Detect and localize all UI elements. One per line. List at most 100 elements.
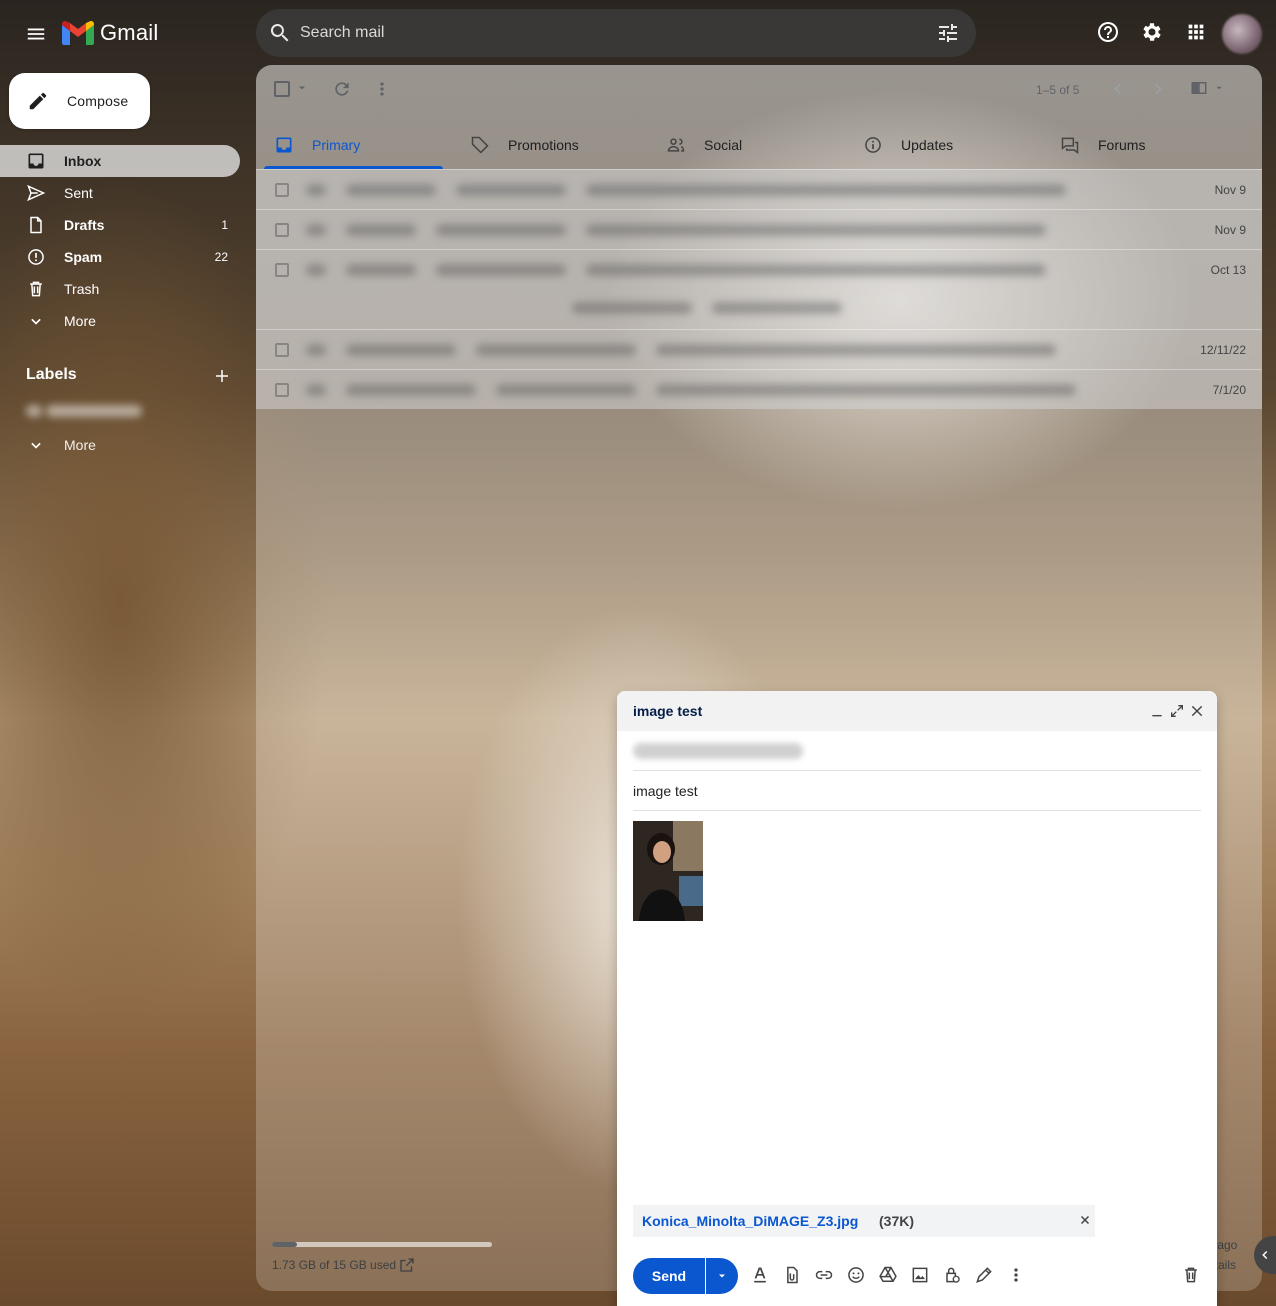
row-checkbox[interactable] — [275, 223, 289, 237]
sidebar-item-label: Inbox — [64, 153, 102, 169]
tab-label: Updates — [901, 137, 954, 153]
more-options-icon[interactable] — [1006, 1265, 1026, 1285]
redacted-content — [306, 340, 1056, 360]
labels-more[interactable]: More — [0, 429, 256, 461]
help-icon — [1098, 22, 1118, 42]
search-bar[interactable] — [256, 9, 976, 57]
signature-icon[interactable] — [974, 1265, 994, 1285]
text-format-icon[interactable] — [750, 1265, 770, 1285]
message-date: Nov 9 — [1214, 223, 1246, 237]
sidebar-item-label: Trash — [64, 281, 100, 297]
attachment-name[interactable]: Konica_Minolta_DiMAGE_Z3.jpg — [642, 1213, 858, 1229]
caret-down-icon[interactable] — [296, 82, 308, 94]
split-pane-icon — [1191, 82, 1207, 94]
tab-label: Promotions — [508, 137, 579, 153]
remove-attachment-icon[interactable] — [1079, 1214, 1091, 1226]
split-pane-toggle[interactable] — [1190, 79, 1224, 97]
send-button[interactable]: Send — [633, 1258, 705, 1294]
chevron-right-icon[interactable] — [1148, 79, 1168, 99]
message-date: Nov 9 — [1214, 183, 1246, 197]
top-bar: Gmail — [0, 0, 1276, 66]
table-row[interactable]: Oct 13 — [256, 249, 1262, 329]
apps-button[interactable] — [1176, 12, 1216, 52]
subject-field[interactable]: image test — [633, 771, 1201, 811]
inbox-icon — [28, 153, 44, 169]
sidebar-item-sent[interactable]: Sent — [0, 177, 256, 209]
sidebar-item-inbox[interactable]: Inbox — [0, 145, 240, 177]
spam-count: 22 — [214, 250, 228, 264]
more-vert-icon[interactable] — [372, 79, 392, 99]
sidebar-item-drafts[interactable]: Drafts 1 — [0, 209, 256, 241]
close-icon[interactable] — [1189, 703, 1205, 719]
drafts-count: 1 — [221, 218, 228, 232]
redacted-content — [306, 380, 1076, 400]
recipients-field[interactable] — [633, 731, 1201, 771]
redacted-content — [306, 220, 1046, 240]
list-toolbar: 1–5 of 5 — [256, 65, 1262, 113]
trash-icon — [30, 281, 42, 297]
chevron-down-icon — [31, 318, 41, 325]
compose-header[interactable]: image test — [617, 691, 1217, 731]
compose-title: image test — [633, 703, 703, 719]
support-button[interactable] — [1088, 12, 1128, 52]
tab-forums[interactable]: Forums — [1060, 121, 1145, 169]
send-options-button[interactable] — [706, 1258, 738, 1294]
table-row[interactable]: Nov 9 — [256, 209, 1262, 249]
table-row[interactable]: 12/11/22 — [256, 329, 1262, 369]
sidebar-item-label: Spam — [64, 249, 103, 265]
confidential-mode-icon[interactable] — [942, 1265, 962, 1285]
link-icon[interactable] — [814, 1265, 834, 1285]
table-row[interactable]: Nov 9 — [256, 169, 1262, 209]
tab-primary[interactable]: Primary — [274, 121, 360, 169]
tab-label: Social — [704, 137, 743, 153]
chevron-left-icon[interactable] — [1108, 79, 1128, 99]
row-checkbox[interactable] — [275, 343, 289, 357]
tag-icon — [471, 136, 489, 154]
redacted-attachments — [572, 298, 842, 318]
sidebar-item-spam[interactable]: Spam 22 — [0, 241, 256, 273]
tab-updates[interactable]: Updates — [863, 121, 953, 169]
row-checkbox[interactable] — [275, 383, 289, 397]
row-checkbox[interactable] — [275, 183, 289, 197]
hamburger-icon — [27, 28, 45, 40]
search-icon[interactable] — [268, 21, 292, 45]
tab-promotions[interactable]: Promotions — [470, 121, 579, 169]
inline-image[interactable] — [633, 821, 703, 921]
drive-icon[interactable] — [878, 1265, 898, 1285]
open-in-new-icon[interactable] — [398, 1256, 416, 1274]
redacted-content — [306, 180, 1066, 200]
main-menu-button[interactable] — [16, 14, 56, 54]
create-label-button[interactable] — [210, 364, 234, 388]
compose-button[interactable]: Compose — [9, 73, 150, 129]
sidebar-item-trash[interactable]: Trash — [0, 273, 256, 305]
storage-meter-fill — [272, 1242, 298, 1247]
select-all-checkbox[interactable] — [274, 81, 290, 97]
attachment-chip[interactable]: Konica_Minolta_DiMAGE_Z3.jpg (37K) — [633, 1205, 1095, 1237]
insert-photo-icon[interactable] — [910, 1265, 930, 1285]
search-options-icon[interactable] — [936, 21, 960, 45]
label-item-redacted[interactable] — [26, 404, 166, 422]
row-checkbox[interactable] — [275, 263, 289, 277]
attach-file-icon[interactable] — [782, 1265, 802, 1285]
redacted-content — [306, 260, 1046, 280]
chevron-left-icon — [1262, 1250, 1268, 1260]
compose-window: image test image test Konica_Minolta_DiM… — [617, 691, 1217, 1306]
search-input[interactable] — [300, 9, 900, 57]
message-list: Nov 9 Nov 9 Oct 13 12/11/22 7/1/20 — [256, 169, 1262, 409]
pagination-text: 1–5 of 5 — [1036, 83, 1080, 97]
inbox-icon — [276, 137, 292, 153]
minimize-icon[interactable] — [1149, 703, 1165, 719]
settings-button[interactable] — [1132, 12, 1172, 52]
tab-social[interactable]: Social — [666, 121, 742, 169]
info-icon — [865, 137, 881, 153]
sidebar-item-more[interactable]: More — [0, 305, 256, 337]
gmail-logo[interactable]: Gmail — [62, 16, 158, 50]
emoji-icon[interactable] — [846, 1265, 866, 1285]
table-row[interactable]: 7/1/20 — [256, 369, 1262, 409]
account-avatar[interactable] — [1222, 14, 1262, 54]
full-screen-icon[interactable] — [1169, 703, 1185, 719]
refresh-icon[interactable] — [332, 79, 352, 99]
discard-draft-icon[interactable] — [1181, 1265, 1201, 1285]
brand-name: Gmail — [100, 20, 159, 45]
labels-heading: Labels — [26, 366, 77, 383]
